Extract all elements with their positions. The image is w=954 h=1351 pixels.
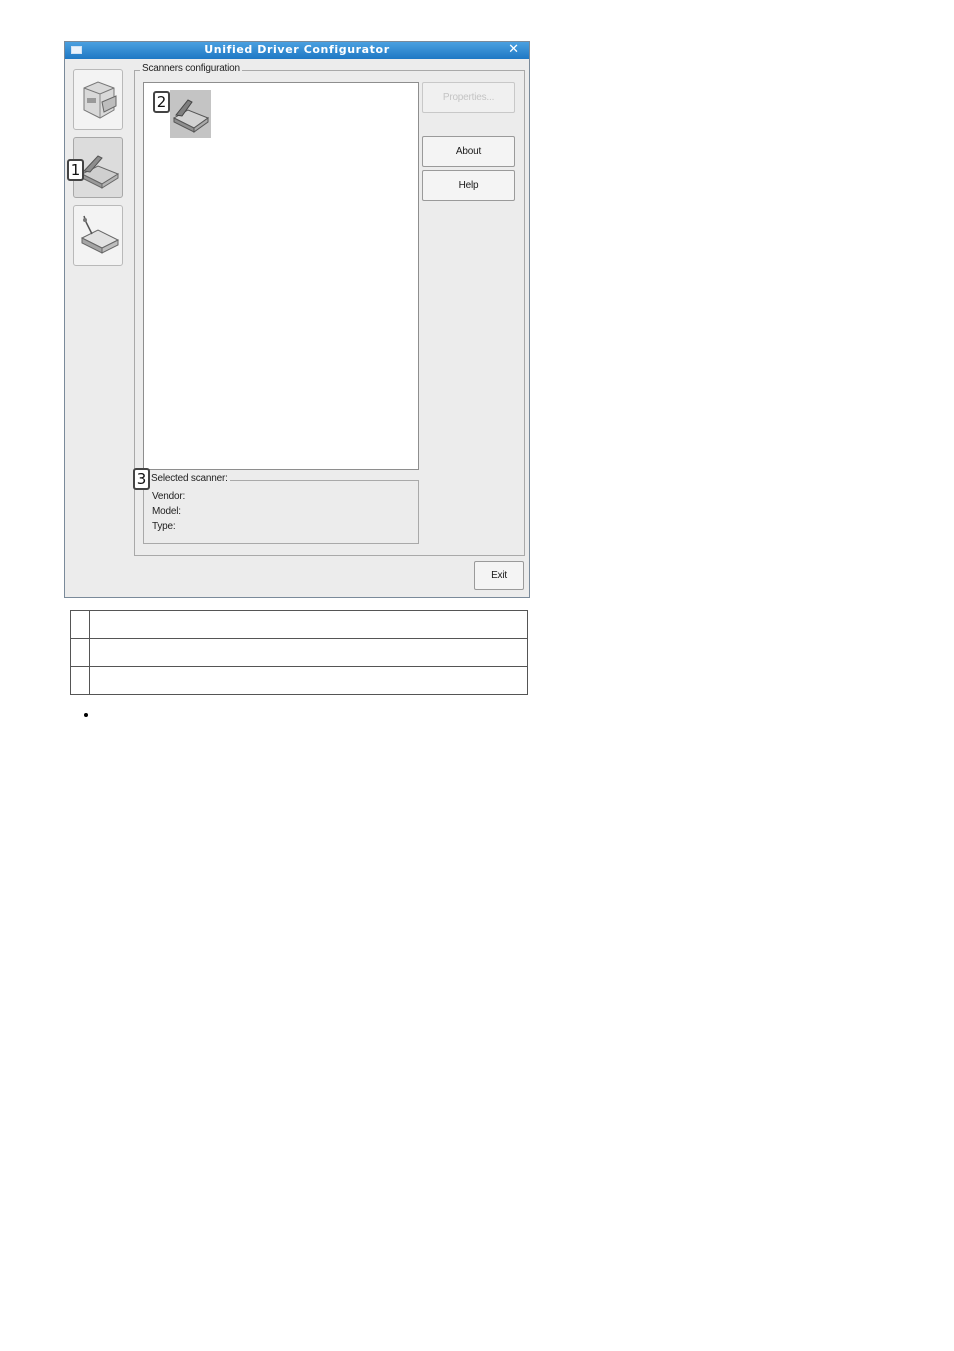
table-row: [70, 638, 528, 667]
callout-2: 2: [153, 91, 170, 113]
scanner-list-item[interactable]: [170, 90, 211, 138]
model-label: Model:: [152, 506, 181, 517]
unified-driver-configurator-window: Unified Driver Configurator ✕ Scanners c…: [64, 41, 530, 598]
selected-scanner-label: Selected scanner:: [149, 473, 230, 484]
legend-description: [89, 638, 528, 667]
close-icon[interactable]: ✕: [508, 42, 519, 57]
table-row: [70, 610, 528, 639]
selected-scanner-group: [143, 480, 419, 544]
help-button[interactable]: Help: [422, 170, 515, 201]
scanner-list[interactable]: [143, 82, 419, 470]
nav-printers-button[interactable]: [73, 69, 123, 130]
legend-description: [89, 666, 528, 695]
legend-description: [89, 610, 528, 639]
legend-number: [70, 666, 90, 695]
vendor-label: Vendor:: [152, 491, 186, 502]
scanner-icon: [80, 155, 120, 189]
list-bullet: [84, 713, 88, 717]
scanners-configuration-label: Scanners configuration: [140, 63, 242, 74]
nav-ports-button[interactable]: [73, 205, 123, 266]
properties-button[interactable]: Properties...: [422, 82, 515, 113]
exit-button[interactable]: Exit: [474, 561, 524, 590]
printer-icon: [83, 81, 117, 119]
callout-3: 3: [133, 468, 150, 490]
title-bar[interactable]: Unified Driver Configurator ✕: [65, 42, 529, 59]
window-title: Unified Driver Configurator: [204, 43, 390, 56]
table-row: [70, 666, 528, 695]
callout-legend-table: [70, 610, 528, 695]
port-icon: [80, 215, 120, 254]
type-label: Type:: [152, 521, 176, 532]
about-button[interactable]: About: [422, 136, 515, 167]
legend-number: [70, 610, 90, 639]
callout-1: 1: [67, 159, 84, 181]
legend-number: [70, 638, 90, 667]
scanner-icon: [172, 99, 210, 133]
